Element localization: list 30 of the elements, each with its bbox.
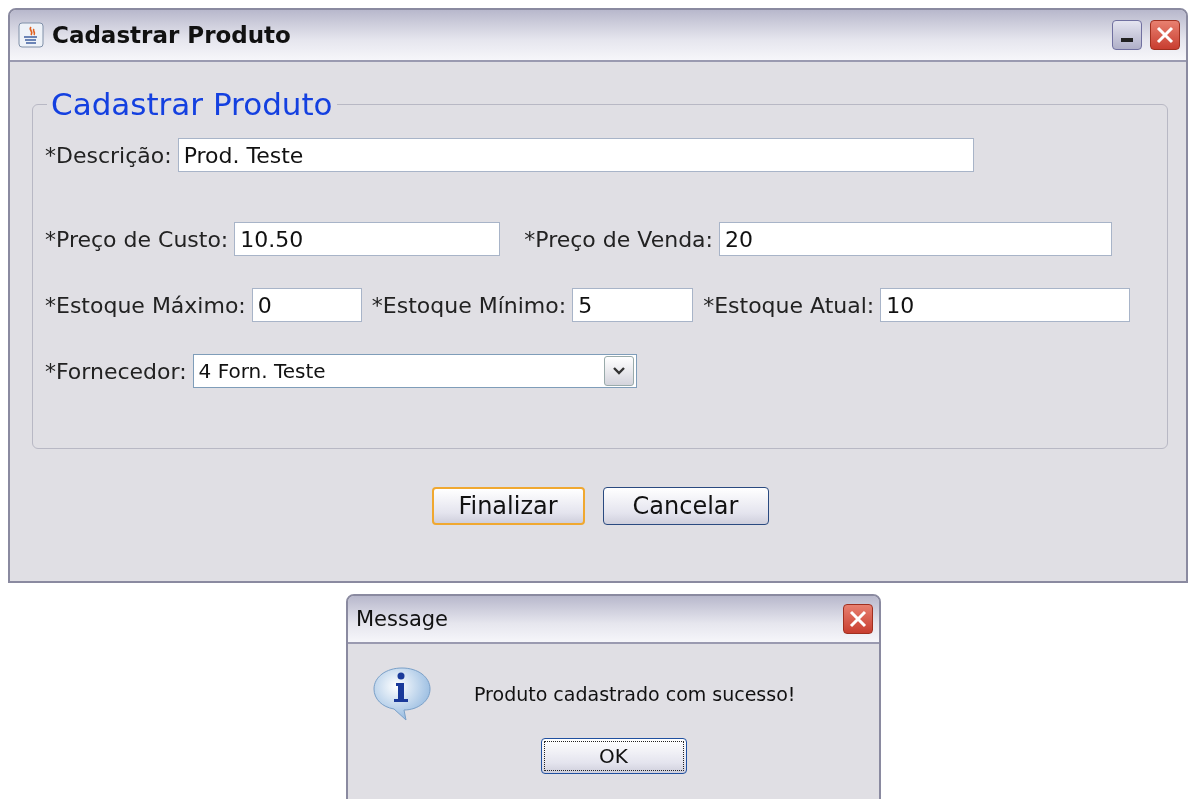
info-icon (370, 666, 434, 722)
dialog-button[interactable]: Cancelar (602, 487, 769, 525)
chevron-down-icon[interactable] (603, 356, 634, 386)
input-field[interactable]: 10 (880, 288, 1131, 322)
close-button[interactable] (843, 604, 873, 634)
field-label: *Descrição: (45, 142, 172, 168)
field-label: *Preço de Venda: (524, 226, 713, 252)
input-field[interactable]: 10.50 (234, 222, 501, 256)
field-label: *Preço de Custo: (45, 226, 229, 252)
field-label: *Fornecedor: (45, 358, 187, 384)
minimize-button[interactable] (1112, 20, 1142, 50)
dialog-title: Message (356, 607, 450, 631)
input-field[interactable]: 20 (719, 222, 1112, 256)
supplier-dropdown[interactable]: 4 Forn. Teste (192, 354, 637, 388)
close-icon (847, 608, 869, 630)
minimize-icon (1121, 38, 1133, 42)
input-field[interactable]: 5 (572, 288, 694, 322)
input-field[interactable]: Prod. Teste (177, 138, 974, 172)
field-label: *Estoque Mínimo: (371, 292, 567, 318)
field-label: *Estoque Atual: (703, 292, 875, 318)
close-icon (1154, 24, 1176, 46)
close-button[interactable] (1150, 20, 1180, 50)
input-field[interactable]: 0 (251, 288, 362, 322)
ok-button[interactable]: OK (540, 738, 687, 774)
dialog-button[interactable]: Finalizar (431, 487, 585, 525)
window-title: Cadastrar Produto (52, 22, 292, 48)
message-text: Produto cadastrado com sucesso! (474, 683, 796, 705)
field-label: *Estoque Máximo: (45, 292, 246, 318)
app-icon (18, 22, 44, 48)
group-title: Cadastrar Produto (50, 86, 334, 122)
